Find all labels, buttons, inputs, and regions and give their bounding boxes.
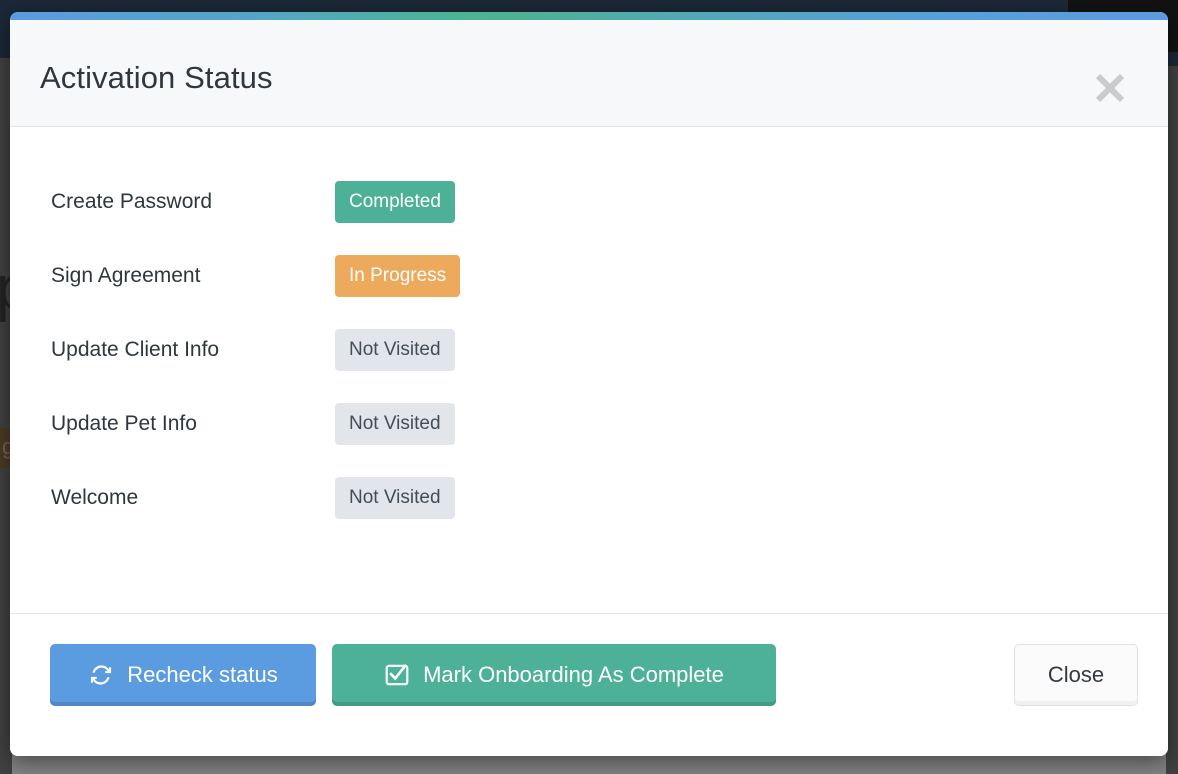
mark-onboarding-complete-button[interactable]: Mark Onboarding As Complete (332, 644, 776, 706)
recheck-status-label: Recheck status (127, 662, 278, 687)
close-icon[interactable] (1090, 68, 1130, 108)
status-badge: In Progress (335, 255, 461, 297)
refresh-icon (88, 662, 114, 688)
close-button[interactable]: Close (1014, 644, 1138, 706)
activation-status-table: Create Password Completed Sign Agreement… (40, 165, 1138, 535)
status-badge: Not Visited (335, 403, 455, 445)
modal-body: Create Password Completed Sign Agreement… (10, 127, 1168, 613)
page-title: Activation Status (40, 60, 273, 95)
step-label: Update Client Info (51, 338, 220, 361)
table-row: Update Client Info Not Visited (40, 313, 1138, 387)
activation-status-modal: Activation Status Create Password Comple… (10, 12, 1168, 756)
status-badge: Not Visited (335, 477, 455, 519)
table-row: Sign Agreement In Progress (40, 239, 1138, 313)
step-label: Update Pet Info (51, 412, 197, 435)
step-status-cell: Not Visited (335, 313, 1138, 387)
recheck-status-button[interactable]: Recheck status (50, 644, 316, 706)
step-label: Welcome (51, 486, 139, 509)
table-row: Update Pet Info Not Visited (40, 387, 1138, 461)
step-status-cell: In Progress (335, 239, 1138, 313)
modal-footer: Recheck status Mark Onboarding As Comple… (10, 613, 1168, 756)
status-badge: Not Visited (335, 329, 455, 371)
step-label: Sign Agreement (51, 264, 201, 287)
close-button-label: Close (1047, 662, 1105, 687)
step-label: Create Password (51, 190, 213, 213)
modal-accent-bar (10, 12, 1168, 20)
mark-onboarding-complete-label: Mark Onboarding As Complete (423, 662, 724, 687)
step-status-cell: Not Visited (335, 461, 1138, 535)
step-status-cell: Not Visited (335, 387, 1138, 461)
status-badge: Completed (335, 181, 455, 223)
check-square-icon (384, 662, 410, 688)
step-status-cell: Completed (335, 165, 1138, 239)
modal-header: Activation Status (10, 20, 1168, 127)
table-row: Welcome Not Visited (40, 461, 1138, 535)
table-row: Create Password Completed (40, 165, 1138, 239)
